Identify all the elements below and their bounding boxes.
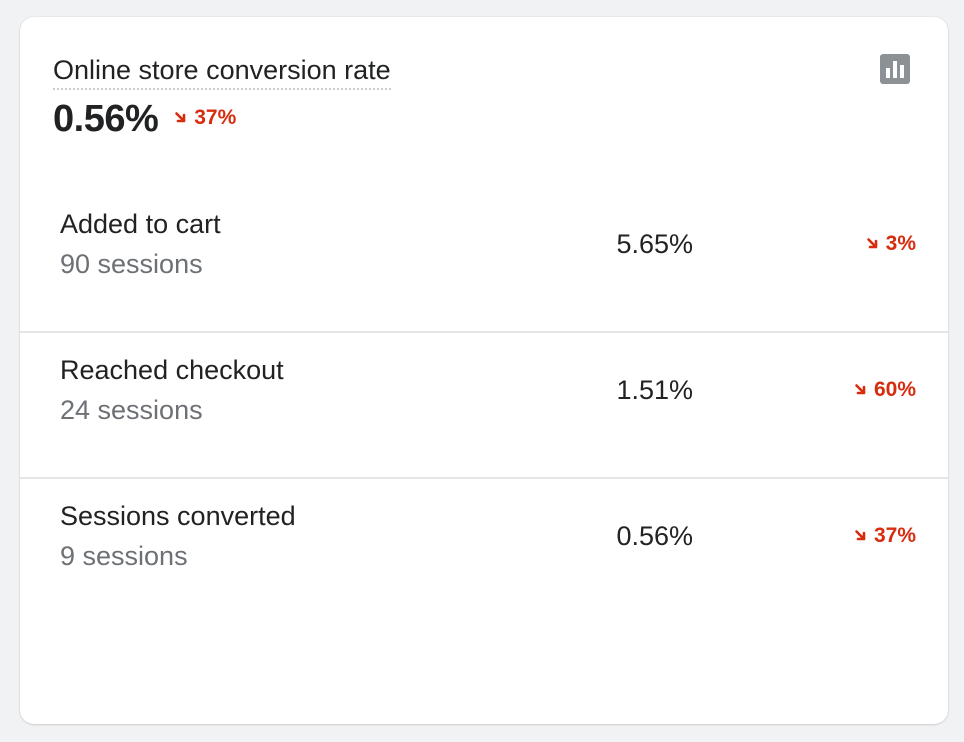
row-rate: 5.65%: [616, 229, 693, 259]
row-sessions: 24 sessions: [60, 395, 203, 425]
arrow-down-right-icon: [855, 530, 866, 541]
change-label: 37%: [194, 106, 237, 129]
funnel-rows: Added to cart 90 sessions 5.65% 3% Reach…: [20, 187, 948, 625]
row-change: 3%: [866, 231, 916, 257]
row-label: Sessions converted: [60, 501, 296, 531]
change-label: 37%: [873, 524, 916, 547]
row-rate: 0.56%: [616, 521, 693, 551]
row-sessions: 9 sessions: [60, 541, 188, 571]
row-label: Added to cart: [60, 209, 221, 239]
row-change: 37%: [854, 523, 916, 549]
row-rate: 1.51%: [616, 375, 693, 405]
row-sessions: 90 sessions: [60, 249, 203, 279]
arrow-down-right-icon: [175, 112, 186, 123]
funnel-row-added-to-cart: Added to cart 90 sessions 5.65% 3%: [20, 187, 948, 333]
row-change: 60%: [854, 377, 916, 403]
change-label: 60%: [873, 378, 916, 401]
funnel-row-reached-checkout: Reached checkout 24 sessions 1.51% 60%: [20, 333, 948, 479]
change-label: 3%: [885, 232, 916, 255]
row-label: Reached checkout: [60, 355, 284, 385]
view-report-button[interactable]: [880, 54, 910, 84]
arrow-down-right-icon: [855, 384, 866, 395]
card-title[interactable]: Online store conversion rate: [53, 53, 391, 90]
conversion-rate-change: 37%: [174, 106, 236, 130]
metric-row: 0.56% 37%: [53, 98, 915, 141]
funnel-row-sessions-converted: Sessions converted 9 sessions 0.56% 37%: [20, 479, 948, 625]
card-header: Online store conversion rate 0.56% 37%: [53, 53, 915, 141]
bar-chart-icon: [880, 54, 910, 84]
conversion-rate-value: 0.56%: [53, 98, 159, 140]
conversion-rate-card: Online store conversion rate 0.56% 37% A…: [20, 17, 948, 724]
arrow-down-right-icon: [866, 238, 877, 249]
